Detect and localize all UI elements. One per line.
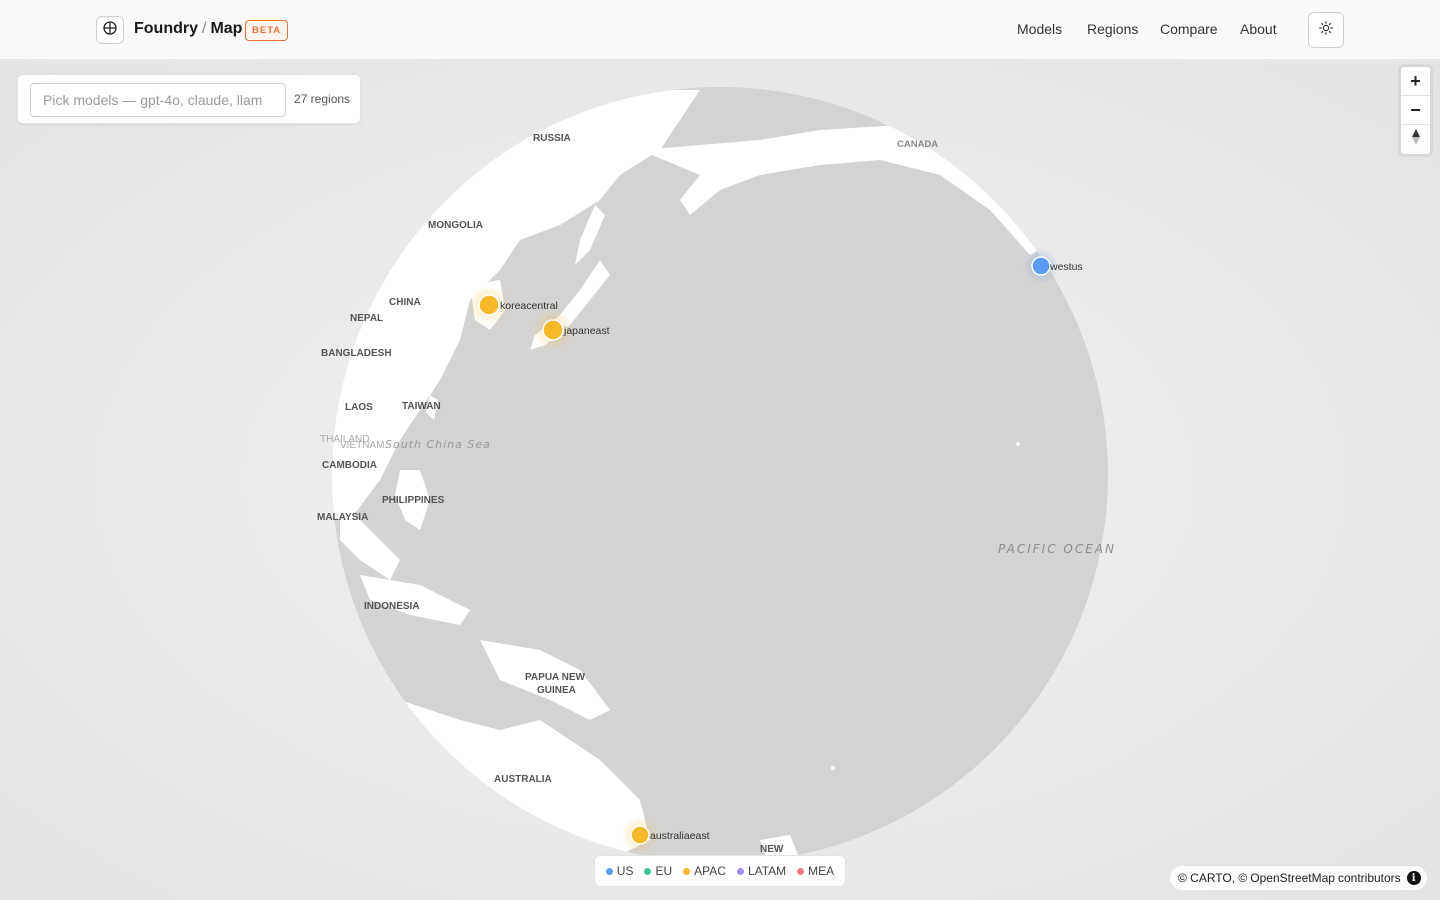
label-png-line1: PAPUA NEW [525, 672, 586, 683]
legend-eu[interactable]: EU [644, 864, 672, 878]
model-search-input[interactable] [30, 83, 286, 117]
region-legend: US EU APAC LATAM MEA [594, 855, 846, 887]
info-icon[interactable]: i [1406, 871, 1421, 885]
brand-main: Foundry [134, 20, 198, 37]
brand-separator: / [202, 20, 207, 37]
theme-toggle-button[interactable] [1308, 12, 1344, 48]
label-russia: RUSSIA [533, 133, 571, 144]
map-canvas[interactable]: RUSSIA CANADA MONGOLIA CHINA NEPAL BANGL… [0, 61, 1440, 900]
zoom-out-button[interactable]: − [1401, 96, 1430, 125]
brand-sub: Map [210, 20, 243, 37]
marker-label: australiaeast [650, 830, 710, 842]
logo-button[interactable] [96, 16, 124, 44]
nav-compare[interactable]: Compare [1160, 21, 1218, 37]
region-count: 27 regions [294, 92, 351, 106]
label-nepal: NEPAL [350, 313, 383, 324]
legend-dot [797, 867, 805, 875]
legend-dot [605, 867, 613, 875]
sun-icon [1319, 20, 1333, 40]
label-bangladesh: BANGLADESH [321, 348, 392, 359]
compass-icon [1410, 128, 1422, 151]
legend-label: EU [655, 864, 673, 878]
attribution-osm-link[interactable]: OpenStreetMap [1250, 871, 1335, 885]
label-new-zealand: NEW [760, 844, 784, 855]
label-china: CHINA [389, 297, 421, 308]
legend-label: APAC [694, 864, 726, 878]
marker-label: westus [1049, 261, 1083, 273]
legend-label: LATAM [747, 864, 787, 878]
compass-button[interactable] [1401, 125, 1430, 154]
model-picker-panel: 27 regions [17, 74, 361, 124]
globe[interactable]: RUSSIA CANADA MONGOLIA CHINA NEPAL BANGL… [0, 61, 1440, 900]
label-cambodia: CAMBODIA [322, 460, 377, 471]
zoom-controls: + − [1400, 66, 1431, 155]
attribution-carto: © CARTO, © [1178, 871, 1248, 885]
label-pacific-ocean: PACIFIC OCEAN [998, 542, 1116, 556]
label-vietnam: VIETNAM [340, 440, 384, 451]
marker-label: koreacentral [500, 300, 558, 312]
legend-dot [644, 867, 652, 875]
map-attribution: © CARTO, © OpenStreetMap contributors i [1170, 866, 1427, 890]
marker-label: japaneast [563, 325, 610, 337]
brand-title[interactable]: Foundry / Map [134, 20, 242, 38]
legend-dot [736, 867, 744, 875]
label-laos: LAOS [345, 402, 373, 413]
label-indonesia: INDONESIA [364, 601, 420, 612]
legend-latam[interactable]: LATAM [736, 864, 787, 878]
legend-mea[interactable]: MEA [797, 864, 834, 878]
label-png-line2: GUINEA [537, 685, 576, 696]
globe-icon [102, 20, 118, 41]
beta-badge: BETA [245, 20, 289, 41]
label-malaysia: MALAYSIA [317, 512, 368, 523]
label-australia: AUSTRALIA [494, 774, 552, 785]
marker-westus[interactable]: westus [1023, 248, 1083, 284]
label-philippines: PHILIPPINES [382, 495, 445, 506]
label-mongolia: MONGOLIA [428, 220, 483, 231]
top-header: Foundry / Map BETA Models Regions Compar… [0, 0, 1440, 60]
legend-label: MEA [808, 864, 835, 878]
attribution-contributors: contributors [1337, 871, 1401, 885]
nav-regions[interactable]: Regions [1087, 21, 1138, 37]
nav-about[interactable]: About [1240, 21, 1277, 37]
label-canada: CANADA [897, 139, 938, 150]
nav-models[interactable]: Models [1017, 21, 1062, 37]
legend-dot [683, 867, 691, 875]
legend-apac[interactable]: APAC [683, 864, 726, 878]
label-south-china-sea: South China Sea [385, 438, 491, 451]
label-taiwan: TAIWAN [402, 401, 441, 412]
legend-us[interactable]: US [605, 864, 634, 878]
legend-label: US [616, 864, 634, 878]
zoom-in-button[interactable]: + [1401, 67, 1430, 96]
